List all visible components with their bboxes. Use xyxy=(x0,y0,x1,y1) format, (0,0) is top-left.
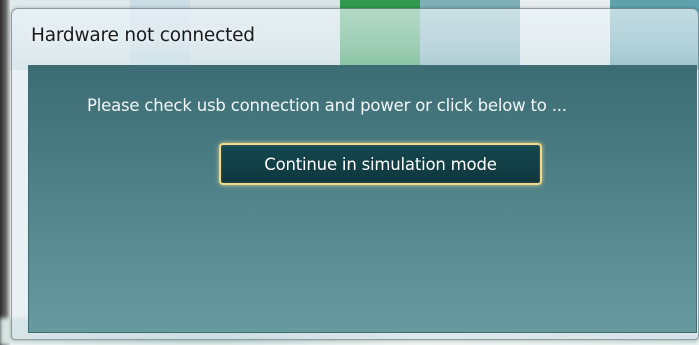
background-edge xyxy=(0,0,10,345)
title-bar[interactable]: Hardware not connected xyxy=(12,9,698,65)
screen: Hardware not connected Please check usb … xyxy=(0,0,699,345)
dialog-body: Please check usb connection and power or… xyxy=(28,65,697,333)
status-message: Please check usb connection and power or… xyxy=(87,96,567,115)
window-title: Hardware not connected xyxy=(31,25,255,46)
dialog-window: Hardware not connected Please check usb … xyxy=(11,8,699,340)
continue-simulation-button[interactable]: Continue in simulation mode xyxy=(219,143,542,185)
continue-simulation-label: Continue in simulation mode xyxy=(264,154,497,174)
